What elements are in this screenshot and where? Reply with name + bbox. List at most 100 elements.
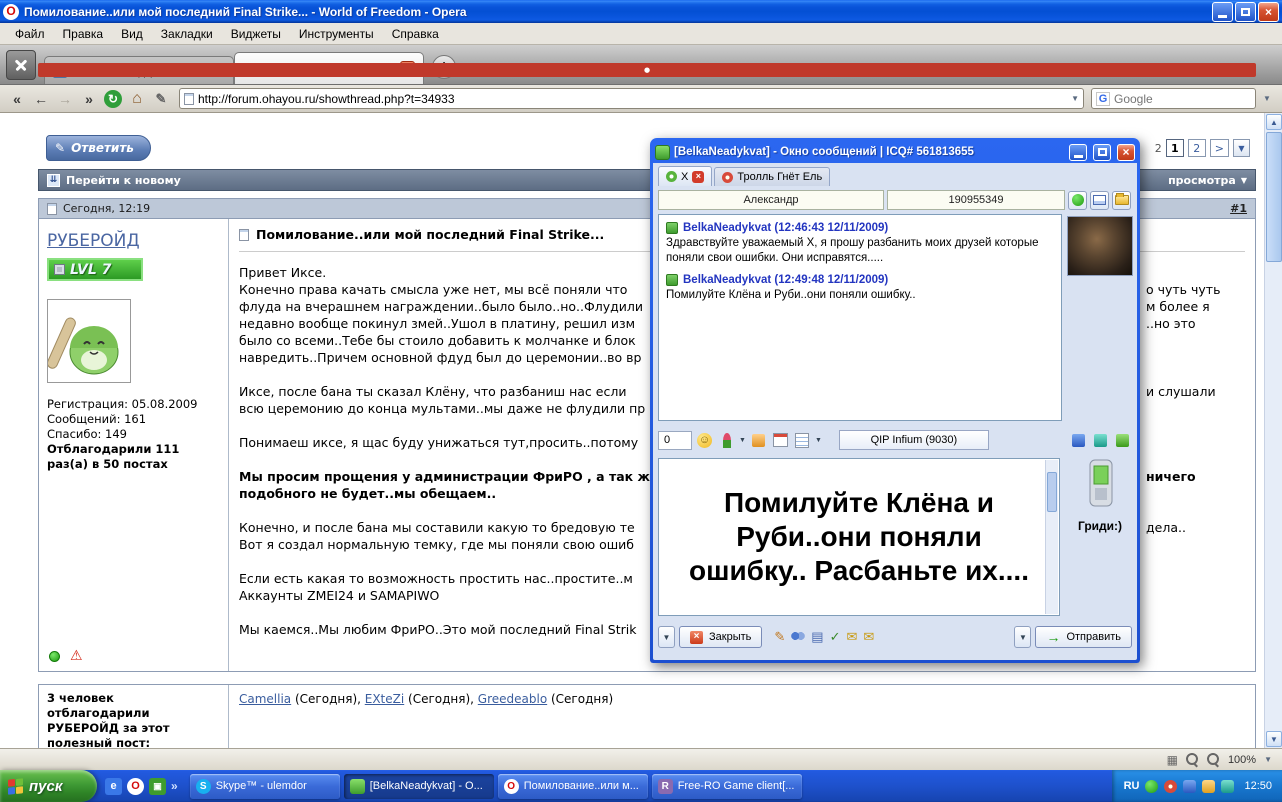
menu-edit[interactable]: Правка xyxy=(54,24,113,44)
clock[interactable]: 12:50 xyxy=(1244,780,1272,792)
quill-icon[interactable] xyxy=(774,629,785,645)
forward-button[interactable] xyxy=(54,89,76,109)
search-input[interactable] xyxy=(1114,92,1269,106)
report-post-icon[interactable] xyxy=(70,649,83,663)
back-button[interactable] xyxy=(30,89,52,109)
quicklaunch-overflow-icon[interactable] xyxy=(171,779,178,793)
message-history[interactable]: BelkaNeadykvat (12:46:43 12/11/2009) Здр… xyxy=(658,214,1062,421)
search-engine-dropdown-icon[interactable] xyxy=(1258,89,1276,109)
address-dropdown-icon[interactable] xyxy=(1071,94,1079,103)
thanks-user-link[interactable]: Camellia xyxy=(239,692,291,706)
goto-new-icon[interactable] xyxy=(47,174,60,187)
notes-dropdown-icon[interactable] xyxy=(815,437,822,444)
calendar-button[interactable] xyxy=(771,431,790,450)
browser-scrollbar[interactable] xyxy=(1264,113,1282,748)
scroll-down-icon[interactable] xyxy=(1266,731,1282,747)
menu-widgets[interactable]: Виджеты xyxy=(222,24,290,44)
scroll-thumb[interactable] xyxy=(1266,132,1282,262)
send-options-dropdown-icon[interactable] xyxy=(1014,626,1031,648)
notes-button[interactable] xyxy=(793,431,812,450)
menu-tools[interactable]: Инструменты xyxy=(290,24,383,44)
search-field[interactable] xyxy=(1091,88,1256,109)
start-button[interactable]: пуск xyxy=(0,770,97,802)
zoom-dropdown-icon[interactable] xyxy=(1264,755,1272,764)
menu-view[interactable]: Вид xyxy=(112,24,152,44)
thanks-user-link[interactable]: EXteZi xyxy=(365,692,404,706)
maximize-button[interactable] xyxy=(1235,2,1256,22)
zoom-out-icon[interactable] xyxy=(1186,753,1199,766)
mail-icon[interactable] xyxy=(846,629,857,645)
menu-help[interactable]: Справка xyxy=(383,24,448,44)
home-button[interactable] xyxy=(126,89,148,109)
reload-icon[interactable] xyxy=(104,90,122,108)
thanks-section: 3 человек отблагодарили РУБЕРОЙД за этот… xyxy=(38,684,1256,748)
close-button[interactable]: × xyxy=(1258,2,1279,22)
quicklaunch-app-icon[interactable] xyxy=(149,778,166,795)
extra-button[interactable] xyxy=(1113,431,1132,450)
contact-name-box[interactable]: Александр xyxy=(658,190,884,210)
tab-forum-thread[interactable]: Помилование..или мой ... xyxy=(234,52,424,84)
address-input[interactable] xyxy=(198,92,1067,106)
taskbar-item-freero[interactable]: Free-RO Game client[... xyxy=(652,774,802,799)
scroll-up-icon[interactable] xyxy=(1266,114,1282,130)
address-field[interactable] xyxy=(179,88,1084,109)
panels-button[interactable] xyxy=(6,50,36,80)
quick-edit-icon[interactable] xyxy=(150,89,172,109)
icq-tab-close-icon[interactable] xyxy=(692,171,704,183)
quicklaunch-browser-icon[interactable] xyxy=(105,778,122,795)
reply-button[interactable]: Ответить xyxy=(46,135,151,161)
icq-maximize-button[interactable] xyxy=(1093,144,1111,161)
history-folder-button[interactable] xyxy=(1112,191,1131,210)
transfer-button[interactable] xyxy=(1091,431,1110,450)
quicklaunch-opera-icon[interactable] xyxy=(127,778,144,795)
tray-shield-icon[interactable] xyxy=(1183,780,1196,793)
input-scroll-thumb[interactable] xyxy=(1047,472,1057,512)
contacts-icon[interactable] xyxy=(791,632,805,642)
tray-volume-icon[interactable] xyxy=(1202,780,1215,793)
contact-uin-box[interactable]: 190955349 xyxy=(887,190,1065,210)
client-version-combo[interactable]: QIP Infium (9030) xyxy=(839,430,989,450)
goto-new-label[interactable]: Перейти к новому xyxy=(66,174,181,187)
language-indicator[interactable]: RU xyxy=(1124,780,1140,792)
history-icon[interactable] xyxy=(811,629,823,645)
tray-flower-icon[interactable] xyxy=(1164,780,1177,793)
icq-close-button[interactable]: × xyxy=(1117,144,1135,161)
post-number-link[interactable]: #1 xyxy=(1230,202,1247,215)
taskbar-item-icq[interactable]: [BelkaNeadykvat] - O... xyxy=(344,774,494,799)
view-options[interactable]: просмотра xyxy=(1168,174,1247,187)
icq-minimize-button[interactable] xyxy=(1069,144,1087,161)
flowers-dropdown-icon[interactable] xyxy=(739,437,746,444)
send-file-button[interactable] xyxy=(1069,431,1088,450)
status-button[interactable] xyxy=(1068,191,1087,210)
send-button[interactable]: Отправить xyxy=(1035,626,1132,648)
fast-forward-button[interactable] xyxy=(78,89,100,109)
page-2-link[interactable]: 2 xyxy=(1188,139,1206,157)
icq-tab-x[interactable]: X xyxy=(658,166,712,186)
menu-file[interactable]: Файл xyxy=(6,24,54,44)
close-options-dropdown-icon[interactable] xyxy=(658,626,675,648)
close-chat-button[interactable]: Закрыть xyxy=(679,626,762,648)
icq-tab-troll[interactable]: Тролль Гнёт Ель xyxy=(714,167,830,186)
contact-info-button[interactable] xyxy=(1090,191,1109,210)
page-next-link[interactable]: > xyxy=(1210,139,1229,157)
smiley-button[interactable] xyxy=(695,431,714,450)
spellcheck-button[interactable] xyxy=(749,431,768,450)
input-scrollbar[interactable] xyxy=(1045,460,1058,614)
tray-qip-icon[interactable] xyxy=(1145,780,1158,793)
flowers-button[interactable] xyxy=(717,431,736,450)
zoom-level[interactable]: 100% xyxy=(1228,754,1256,766)
thanks-user-link[interactable]: Greedeablo xyxy=(478,692,547,706)
minimize-button[interactable] xyxy=(1212,2,1233,22)
fit-width-icon[interactable] xyxy=(1167,753,1178,767)
tray-network-icon[interactable] xyxy=(1221,780,1234,793)
spell-icon[interactable] xyxy=(830,629,841,645)
taskbar-item-skype[interactable]: Skype™ - ulemdor xyxy=(190,774,340,799)
mail-archive-icon[interactable] xyxy=(863,629,874,645)
taskbar-item-opera[interactable]: Помилование..или м... xyxy=(498,774,648,799)
message-input-area[interactable]: Помилуйте Клёна и Руби..они поняли ошибк… xyxy=(658,458,1060,616)
author-name-link[interactable]: РУБЕРОЙД xyxy=(47,231,140,251)
page-dropdown-icon[interactable] xyxy=(1233,139,1250,157)
menu-bookmarks[interactable]: Закладки xyxy=(152,24,222,44)
rewind-button[interactable] xyxy=(6,89,28,109)
zoom-in-icon[interactable] xyxy=(1207,753,1220,766)
